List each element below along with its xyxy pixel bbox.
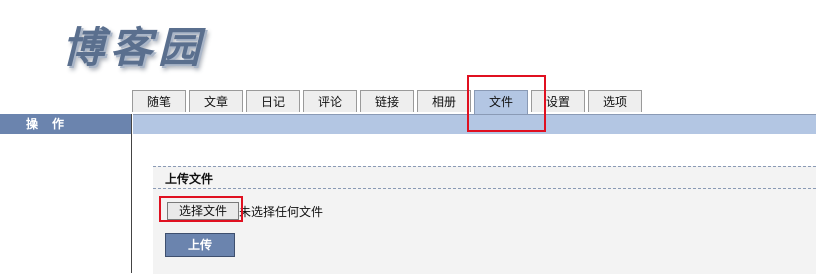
tab-albums[interactable]: 相册	[417, 90, 471, 112]
upload-title: 上传文件	[165, 172, 214, 186]
tab-diary[interactable]: 日记	[246, 90, 300, 112]
tab-options[interactable]: 选项	[588, 90, 642, 112]
sidebar-divider	[131, 114, 132, 273]
highlight-choose-file	[159, 196, 243, 222]
upload-panel: 上传文件 选择文件 未选择任何文件 上传	[153, 166, 816, 274]
sidebar-header: 操作	[0, 114, 131, 134]
panel-divider	[153, 188, 816, 189]
tab-links[interactable]: 链接	[360, 90, 414, 112]
site-logo: 博客园	[62, 14, 207, 72]
highlight-files-tab	[467, 75, 546, 132]
tab-essays[interactable]: 随笔	[132, 90, 186, 112]
logo-text: 博客园	[62, 23, 207, 72]
no-file-text: 未选择任何文件	[239, 205, 324, 219]
tab-bar: 随笔 文章 日记 评论 链接 相册 文件 设置 选项	[132, 90, 645, 114]
tab-articles[interactable]: 文章	[189, 90, 243, 112]
tab-comments[interactable]: 评论	[303, 90, 357, 112]
upload-button[interactable]: 上传	[165, 233, 235, 257]
